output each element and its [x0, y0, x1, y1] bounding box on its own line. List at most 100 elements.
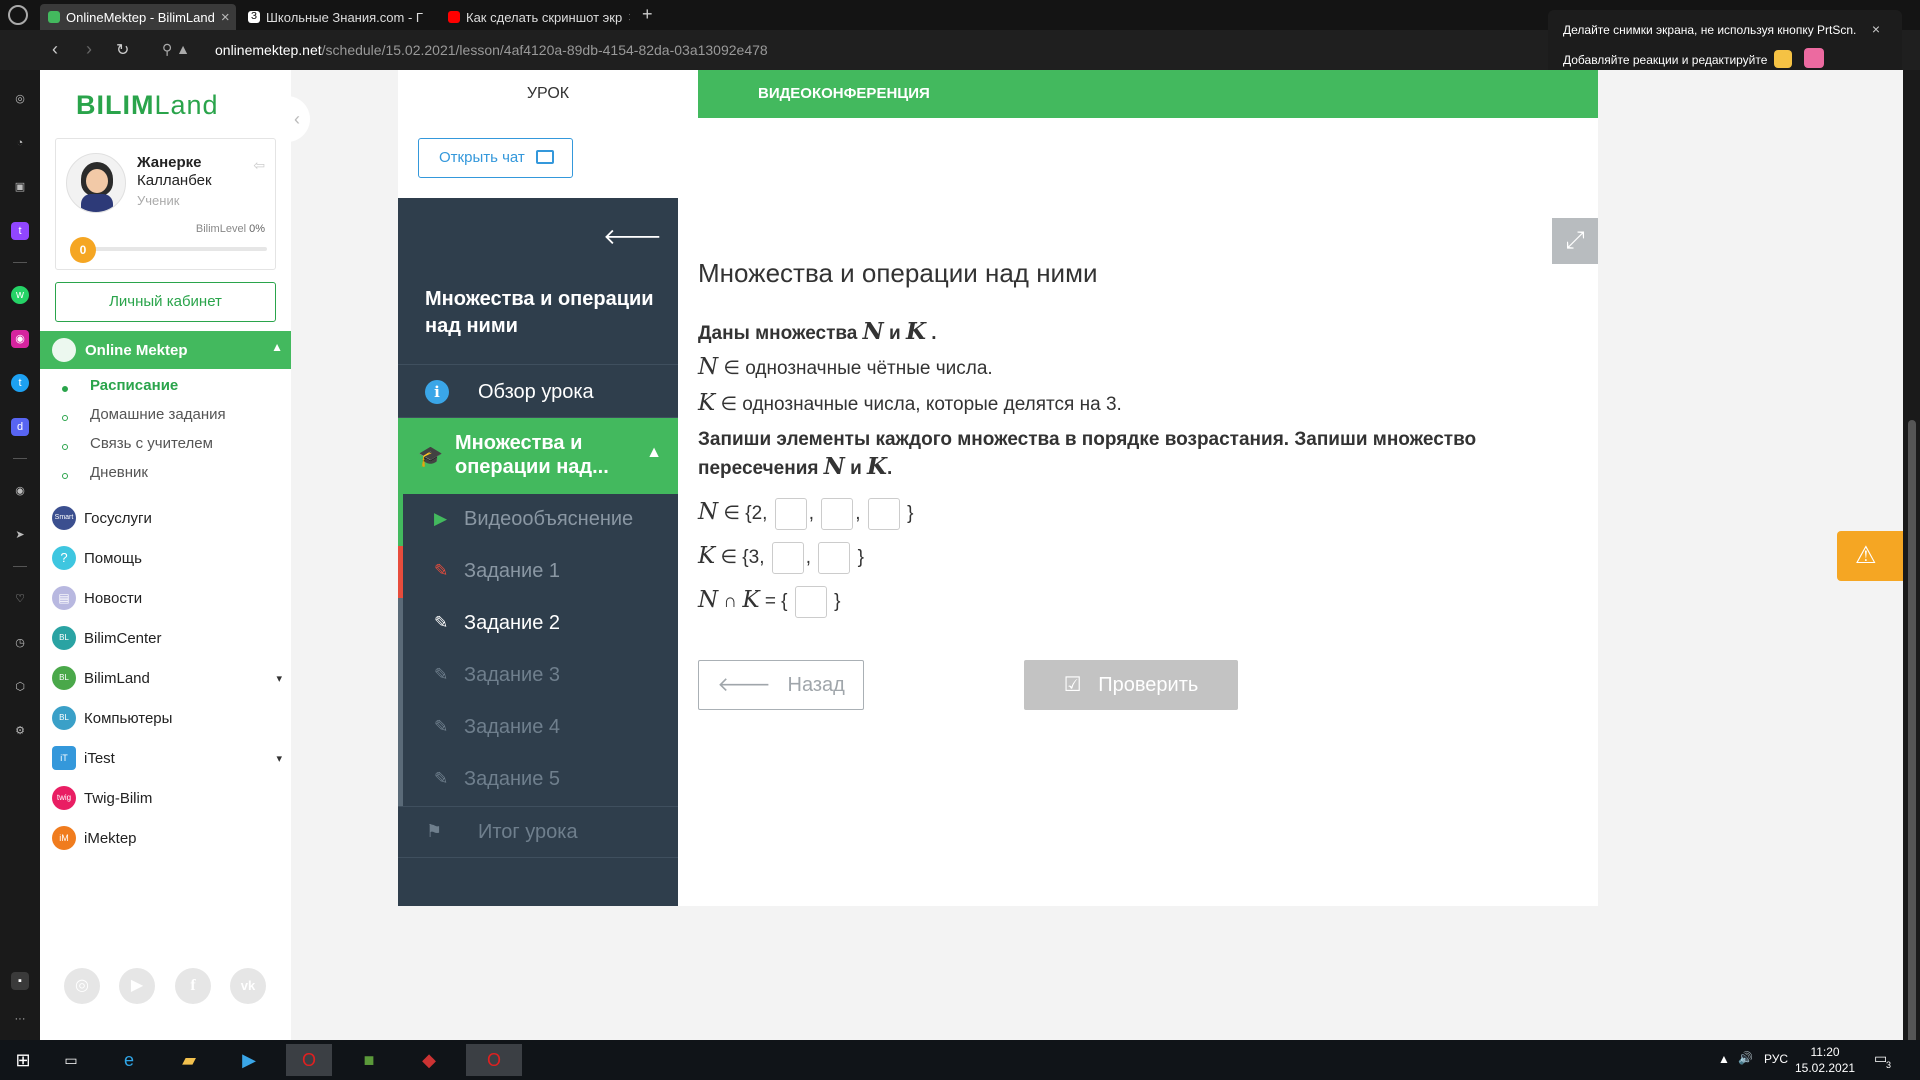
send-icon[interactable]: ➤	[11, 526, 29, 544]
tab-videoconference[interactable]: ВИДЕОКОНФЕРЕНЦИЯ	[698, 70, 1598, 118]
sidebar-item-gosuslugi[interactable]: Smart Госуслуги	[52, 505, 282, 531]
twitter-icon[interactable]: t	[11, 374, 29, 392]
forward-icon[interactable]: ›	[86, 39, 92, 60]
tab-onlinemektep[interactable]: OnlineMektep - BilimLand ×	[40, 4, 236, 30]
nav-task-3[interactable]: ✎ Задание 2	[398, 598, 678, 650]
instagram-icon[interactable]: ◉	[11, 330, 29, 348]
fullscreen-expand-icon[interactable]: ⤢	[1552, 218, 1598, 264]
open-chat-button[interactable]: Открыть чат	[418, 138, 573, 178]
task-view-icon[interactable]: ▭	[48, 1044, 94, 1076]
opera-gx-taskbar-icon[interactable]: O	[466, 1044, 522, 1076]
tray-chevron-icon[interactable]: ▲	[1718, 1052, 1730, 1066]
arrow-left-icon[interactable]: 🡐	[603, 224, 662, 250]
close-tab-icon[interactable]: ×	[429, 9, 430, 26]
system-clock[interactable]: 11:20 15.02.2021	[1795, 1044, 1855, 1076]
scrollbar-thumb[interactable]	[1908, 420, 1916, 1080]
status-bar	[398, 702, 403, 754]
nav-task-5[interactable]: ✎ Задание 4	[398, 702, 678, 754]
vk-icon[interactable]: vk	[230, 968, 266, 1004]
sidebar-item-bilimland[interactable]: BL BilimLand ▾	[52, 665, 282, 691]
facebook-icon[interactable]: f	[175, 968, 211, 1004]
avatar	[66, 153, 126, 213]
speed-dial-icon[interactable]: ◔	[11, 134, 29, 152]
sidebar-item-twig-bilim[interactable]: twig Twig-Bilim	[52, 785, 282, 811]
nav-lesson-result[interactable]: ⚑ Итог урока	[398, 806, 678, 858]
settings-gear-icon[interactable]: ⚙	[11, 722, 29, 740]
page-scrollbar[interactable]	[1903, 70, 1920, 1080]
security-warning-icon[interactable]: ⚲ ▲	[162, 41, 190, 58]
n-answer-input-3[interactable]	[867, 498, 900, 530]
intersection-answer-input[interactable]	[794, 586, 827, 618]
tab-youtube[interactable]: Как сделать скриншот экр ×	[440, 4, 630, 30]
k-answer-input-1[interactable]	[771, 542, 804, 574]
opera-menu-icon[interactable]	[8, 5, 28, 25]
profile-role: Ученик	[137, 193, 180, 208]
online-mektep-section[interactable]: Online Mektep ▲	[40, 331, 291, 369]
n-answer-input-2[interactable]	[821, 498, 854, 530]
media-player-icon[interactable]: ▶	[226, 1044, 272, 1076]
minecraft-taskbar-icon[interactable]: ■	[346, 1044, 392, 1076]
sidebar-item-diary[interactable]: Дневник	[90, 464, 148, 481]
player-icon[interactable]: ◉	[11, 482, 29, 500]
heart-icon[interactable]: ♡	[11, 590, 29, 608]
sidebar-item-schedule[interactable]: Расписание	[90, 377, 178, 394]
back-button[interactable]: 🡐 Назад	[698, 660, 864, 710]
collapse-sidebar-button[interactable]: ‹	[284, 96, 310, 142]
twitch-icon[interactable]: t	[11, 222, 29, 240]
sidebar-item-computers[interactable]: BL Компьютеры	[52, 705, 282, 731]
back-icon[interactable]: ‹	[52, 39, 58, 60]
instagram-icon[interactable]: ◎	[64, 968, 100, 1004]
sidebar-item-itest[interactable]: iT iTest ▾	[52, 745, 282, 771]
cube-icon[interactable]: ⬡	[11, 678, 29, 696]
info-icon: i	[425, 380, 449, 404]
gamepad-icon[interactable]: ◎	[11, 90, 29, 108]
whatsapp-icon[interactable]: w	[11, 286, 29, 304]
minecraft-icon[interactable]: ▪	[11, 972, 29, 990]
bag-icon[interactable]: ▣	[11, 178, 29, 196]
nav-task-4[interactable]: ✎ Задание 3	[398, 650, 678, 702]
discord-icon[interactable]: d	[11, 418, 29, 436]
volume-icon[interactable]: 🔊	[1738, 1051, 1753, 1065]
nav-current-section[interactable]: 🎓 Множества и операции над... ▲	[398, 418, 678, 494]
reload-icon[interactable]: ↻	[116, 40, 129, 60]
sidebar-item-help[interactable]: ? Помощь	[52, 545, 282, 571]
new-tab-button[interactable]: +	[642, 4, 653, 25]
url-field[interactable]: onlinemektep.net/schedule/15.02.2021/les…	[215, 42, 768, 58]
internet-explorer-icon[interactable]: e	[106, 1044, 152, 1076]
logout-icon[interactable]: ⇦	[253, 157, 265, 174]
windows-start-icon[interactable]: ⊞	[0, 1044, 46, 1076]
history-icon[interactable]: ◷	[11, 634, 29, 652]
sidebar-item-news[interactable]: ▤ Новости	[52, 585, 282, 611]
nav-lesson-overview[interactable]: i Обзор урока	[398, 364, 678, 418]
warning-icon[interactable]: ⚠	[1837, 531, 1903, 581]
tab-lesson[interactable]: УРОК	[398, 70, 698, 118]
notification-count: 3	[1886, 1060, 1892, 1070]
youtube-icon[interactable]: ▶	[119, 968, 155, 1004]
language-indicator[interactable]: РУС	[1764, 1052, 1788, 1066]
file-explorer-icon[interactable]: ▰	[166, 1044, 212, 1076]
personal-cabinet-button[interactable]: Личный кабинет	[55, 282, 276, 322]
check-button[interactable]: ☑ Проверить	[1024, 660, 1238, 710]
sidebar-item-bilimcenter[interactable]: BL BilimCenter	[52, 625, 282, 651]
bullet-icon	[62, 473, 68, 479]
opera-taskbar-icon[interactable]: O	[286, 1044, 332, 1076]
bullet-icon	[62, 386, 68, 392]
nav-task-1[interactable]: ▶ Видеообъяснение	[398, 494, 678, 546]
edit-icon: ✎	[434, 665, 449, 684]
bilimland-logo[interactable]: BILIMLand	[76, 90, 219, 121]
bullet-icon	[62, 444, 68, 450]
close-tab-icon[interactable]: ×	[221, 9, 230, 26]
close-tab-icon[interactable]: ×	[628, 9, 630, 26]
task-title: Множества и операции над ними	[698, 258, 1098, 288]
nav-task-2[interactable]: ✎ Задание 1	[398, 546, 678, 598]
nav-task-6[interactable]: ✎ Задание 5	[398, 754, 678, 806]
sidebar-item-contact-teacher[interactable]: Связь с учителем	[90, 435, 213, 452]
tab-znaniya[interactable]: З Школьные Знания.com - Г ×	[240, 4, 430, 30]
app-taskbar-icon[interactable]: ◆	[406, 1044, 452, 1076]
more-icon[interactable]: ···	[11, 1010, 29, 1028]
k-answer-input-2[interactable]	[818, 542, 851, 574]
n-answer-input-1[interactable]	[774, 498, 807, 530]
close-toast-icon[interactable]: ×	[1872, 21, 1880, 37]
sidebar-item-homework[interactable]: Домашние задания	[90, 406, 226, 423]
sidebar-item-imektep[interactable]: iM iMektep	[52, 825, 282, 851]
